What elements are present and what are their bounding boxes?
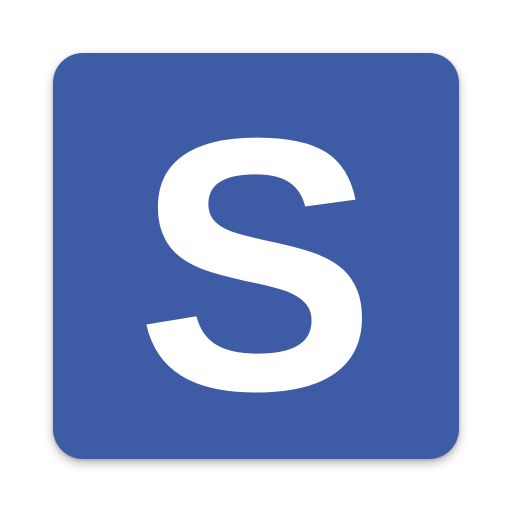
icon-canvas: S xyxy=(0,0,512,512)
s-letter-app-icon[interactable]: S xyxy=(53,53,459,459)
s-letter-glyph: S xyxy=(136,64,376,459)
app-icon-letter: S xyxy=(136,64,376,459)
